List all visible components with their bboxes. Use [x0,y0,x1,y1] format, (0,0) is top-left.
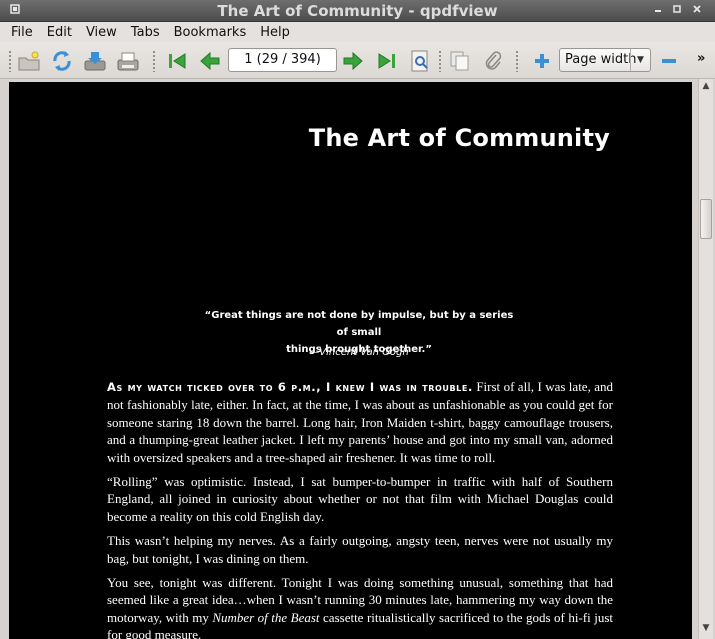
page-number-field[interactable]: 1 (29 / 394) [228,48,337,72]
toolbar-grip[interactable] [152,50,156,72]
first-page-icon[interactable] [164,48,190,74]
menu-file[interactable]: File [4,25,40,40]
vertical-scrollbar[interactable]: ▲ ▼ [698,79,713,639]
pdf-page: The Art of Community “Great things are n… [9,82,692,639]
zoom-in-icon[interactable] [529,48,555,74]
toolbar-overflow-button[interactable]: » [697,51,705,66]
menu-bookmarks[interactable]: Bookmarks [167,25,254,40]
document-viewport[interactable]: The Art of Community “Great things are n… [0,79,715,639]
menu-help[interactable]: Help [253,25,297,40]
chevron-down-icon[interactable]: ▼ [630,49,650,71]
maximize-icon[interactable] [670,4,684,18]
lead-in: As my watch ticked over to 6 p.m., I kne… [107,380,473,394]
scroll-up-icon[interactable]: ▲ [699,81,713,95]
window-title: The Art of Community - qpdfview [217,2,498,20]
menu-view[interactable]: View [79,25,124,40]
minimize-icon[interactable] [651,4,665,18]
paragraph: As my watch ticked over to 6 p.m., I kne… [107,378,613,466]
toolbar: 1 (29 / 394) Page width ▼ » [0,42,715,79]
epigraph-author: —Vincent Van Gogh [309,347,409,358]
menu-tabs[interactable]: Tabs [124,25,167,40]
paragraph: This wasn’t helping my nerves. As a fair… [107,533,613,566]
next-page-icon[interactable] [340,48,366,74]
paragraph: You see, tonight was different. Tonight … [107,574,613,639]
find-icon[interactable] [407,48,433,74]
scroll-down-icon[interactable]: ▼ [699,623,713,637]
close-icon[interactable] [690,4,704,18]
save-icon[interactable] [82,48,108,74]
menu-edit[interactable]: Edit [40,25,79,40]
book-title-italic: Number of the Beast [212,609,320,625]
title-bar: The Art of Community - qpdfview [0,0,715,22]
menu-bar: File Edit View Tabs Bookmarks Help [0,22,715,42]
chapter-title: The Art of Community [308,124,610,152]
zoom-mode-value: Page width [565,52,637,67]
attachment-icon[interactable] [480,48,506,74]
previous-page-icon[interactable] [197,48,223,74]
toolbar-grip[interactable] [8,50,12,72]
body-text: As my watch ticked over to 6 p.m., I kne… [107,378,613,639]
copy-icon[interactable] [447,48,473,74]
print-icon[interactable] [115,48,141,74]
zoom-out-icon[interactable] [656,48,682,74]
toolbar-grip[interactable] [515,50,519,72]
paragraph: “Rolling” was optimistic. Instead, I sat… [107,474,613,524]
epigraph-line: “Great things are not done by impulse, b… [204,310,514,338]
scrollbar-thumb[interactable] [700,199,712,239]
toolbar-grip[interactable] [438,50,442,72]
open-icon[interactable] [16,48,42,74]
refresh-icon[interactable] [49,48,75,74]
last-page-icon[interactable] [374,48,400,74]
zoom-mode-select[interactable]: Page width ▼ [559,48,651,72]
